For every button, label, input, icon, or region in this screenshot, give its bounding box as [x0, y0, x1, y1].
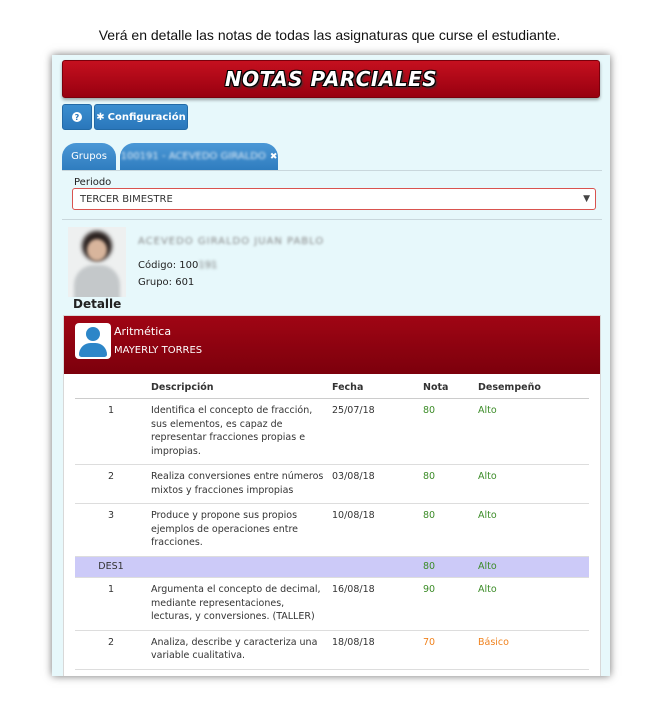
column-header-grade: Nota	[419, 376, 474, 399]
cell-date: 10/08/18	[328, 503, 419, 557]
period-selected-value: TERCER BIMESTRE	[80, 193, 173, 205]
cell-date: 03/08/18	[328, 464, 419, 504]
cell-description: Analiza, describe y caracteriza una vari…	[147, 669, 328, 676]
cell-description: Analiza, describe y caracteriza una vari…	[147, 630, 328, 670]
cell-number: 3	[75, 669, 147, 676]
page-caption: Verá en detalle las notas de todas las a…	[98, 27, 561, 43]
cell-grade: 80	[419, 503, 474, 557]
config-button[interactable]: ✱ Configuración	[94, 104, 188, 130]
subject-name: Aritmética	[114, 325, 172, 338]
gear-icon: ✱	[96, 111, 105, 123]
cell-performance: Básico	[474, 630, 589, 670]
cell-description: Realiza conversiones entre números mixto…	[147, 464, 328, 504]
cell-performance: Alto	[474, 556, 589, 578]
summary-row: DES1 80 Alto	[75, 556, 589, 578]
grades-table: Descripción Fecha Nota Desempeño 1 Identi…	[75, 376, 589, 676]
cell-performance: Alto	[474, 503, 589, 557]
table-row: 2 Realiza conversiones entre números mixt…	[75, 464, 589, 504]
student-code: Código: 100191	[138, 260, 218, 271]
subject-card: Aritmética MAYERLY TORRES Descripción Fe…	[63, 315, 601, 676]
detail-title: Detalle	[73, 297, 122, 311]
tab-groups-label: Grupos	[71, 151, 107, 162]
student-photo	[68, 227, 126, 297]
tab-groups[interactable]: Grupos	[62, 143, 116, 170]
student-name: ACEVEDO GIRALDO JUAN PABLO	[138, 236, 325, 247]
cell-number: DES1	[75, 556, 147, 578]
cell-performance: Alto	[474, 398, 589, 465]
chevron-down-icon: ▼	[583, 194, 590, 204]
cell-description	[147, 556, 328, 578]
config-button-label: Configuración	[107, 111, 186, 123]
cell-date: 16/08/18	[328, 577, 419, 631]
grades-table-header: Descripción Fecha Nota Desempeño	[75, 376, 589, 399]
cell-date: 18/08/18	[328, 630, 419, 670]
cell-number: 1	[75, 398, 147, 465]
cell-grade: 90	[419, 577, 474, 631]
tabs-divider	[62, 170, 602, 171]
cell-date: 25/08/18	[328, 669, 419, 676]
close-icon[interactable]: ✖	[270, 152, 278, 162]
cell-number: 2	[75, 464, 147, 504]
table-row: 3Analiza, describe y caracteriza una var…	[75, 669, 589, 676]
cell-grade: 80	[419, 464, 474, 504]
page-title: NOTAS PARCIALES	[224, 67, 438, 91]
cell-date: 25/07/18	[328, 398, 419, 465]
cell-performance: Básico	[474, 669, 589, 676]
column-header-date: Fecha	[328, 376, 419, 399]
teacher-name: MAYERLY TORRES	[114, 345, 203, 356]
period-select[interactable]: TERCER BIMESTRE ▼	[72, 188, 596, 210]
cell-number: 3	[75, 503, 147, 557]
table-row: 2 Analiza, describe y caracteriza una var…	[75, 630, 589, 670]
tab-student-label: 100191 - ACEVEDO GIRALDO	[120, 151, 266, 162]
column-header-description: Descripción	[147, 376, 328, 399]
cell-grade: 70	[419, 669, 474, 676]
cell-description: Identifica el concepto de fracción, sus …	[147, 398, 328, 465]
cell-performance: Alto	[474, 464, 589, 504]
column-header-number	[75, 376, 147, 399]
cell-grade: 80	[419, 556, 474, 578]
section-divider	[62, 219, 602, 220]
cell-description: Produce y propone sus propios ejemplos d…	[147, 503, 328, 557]
column-header-performance: Desempeño	[474, 376, 589, 399]
cell-number: 1	[75, 577, 147, 631]
subject-card-header: Aritmética MAYERLY TORRES	[64, 316, 600, 374]
table-row: 3 Produce y propone sus propios ejemplos …	[75, 503, 589, 557]
table-row: 1 Identifica el concepto de fracción, sus…	[75, 398, 589, 465]
tab-student[interactable]: 100191 - ACEVEDO GIRALDO ✖	[120, 143, 278, 170]
cell-description: Argumenta el concepto de decimal, median…	[147, 577, 328, 631]
period-label: Periodo	[74, 177, 112, 188]
help-button[interactable]: ?	[62, 104, 92, 130]
app-window: NOTAS PARCIALES ? ✱ Configuración Grupos…	[52, 55, 610, 676]
cell-performance: Alto	[474, 577, 589, 631]
cell-grade: 80	[419, 398, 474, 465]
student-group: Grupo: 601	[138, 277, 195, 288]
teacher-avatar-icon	[75, 323, 111, 359]
help-icon: ?	[72, 112, 82, 122]
page-banner: NOTAS PARCIALES	[62, 60, 600, 98]
cell-grade: 70	[419, 630, 474, 670]
cell-date	[328, 556, 419, 578]
cell-number: 2	[75, 630, 147, 670]
table-row: 1 Argumenta el concepto de decimal, media…	[75, 577, 589, 631]
